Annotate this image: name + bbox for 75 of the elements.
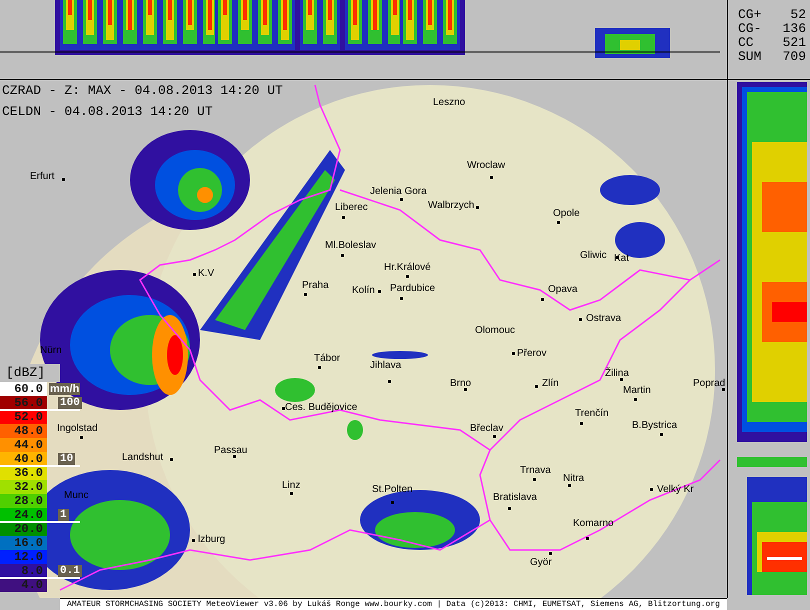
city-label: Jihlava xyxy=(370,360,402,371)
city-label: Brno xyxy=(450,378,472,389)
city-label: Walbrzych xyxy=(428,200,474,211)
city-label: Nitra xyxy=(563,473,584,484)
rain-cell xyxy=(372,351,428,359)
rate-mark: 1 xyxy=(58,509,69,521)
city-label: Bratislava xyxy=(493,492,537,503)
stat-value: 709 xyxy=(782,50,806,64)
city-label: Trenčín xyxy=(575,408,609,419)
city-label: Hr.Králové xyxy=(384,262,431,273)
city-label: Passau xyxy=(214,445,248,456)
city-label: Poprad xyxy=(693,378,726,389)
city-label: Ces. Budějovice xyxy=(285,402,358,413)
city-label: Martin xyxy=(623,385,651,396)
city-label: Ml.Boleslav xyxy=(325,240,376,251)
header-text: CELDN - 04.08.2013 14:20 UT xyxy=(2,103,214,121)
city-label: Žilina xyxy=(605,368,629,379)
header-text: CZRAD - Z: MAX - 04.08.2013 14:20 UT xyxy=(2,82,283,100)
city-label: B.Bystrica xyxy=(632,420,678,431)
legend-swatch: 44.0 xyxy=(0,438,47,452)
legend-swatch: 56.0 xyxy=(0,396,47,410)
legend-swatch: 48.0 xyxy=(0,424,47,438)
city-label: Trnava xyxy=(520,465,551,476)
city-label: St.Polten xyxy=(372,484,413,495)
rain-cell xyxy=(347,420,363,440)
city-label: Linz xyxy=(282,480,300,491)
legend-swatch: 28.0 xyxy=(0,494,47,508)
city-label: Kolín xyxy=(352,285,375,296)
city-label: Tábor xyxy=(314,353,340,364)
rate-mark: 10 xyxy=(58,453,76,465)
city-label: Olomouc xyxy=(475,325,516,336)
city-label: Praha xyxy=(302,280,329,291)
legend-swatch: 12.0 xyxy=(0,550,47,564)
stat-value: 521 xyxy=(782,36,806,50)
city-label: Přerov xyxy=(517,348,546,359)
stat-value: 52 xyxy=(790,8,806,22)
rain-cell xyxy=(600,175,660,205)
stat-value: 136 xyxy=(782,22,806,36)
city-label: Jelenia Gora xyxy=(370,186,427,197)
city-label: Břeclav xyxy=(470,423,504,434)
city-label: Munc xyxy=(64,490,88,501)
city-label: Erfurt xyxy=(30,171,54,182)
city-label: Opole xyxy=(553,208,580,219)
city-label: Opava xyxy=(548,284,578,295)
stat-label: CG+ xyxy=(738,8,762,22)
legend-swatch: 24.0 xyxy=(0,508,47,522)
rate-mark: 100 xyxy=(58,397,82,409)
legend-swatch: 40.0 xyxy=(0,452,47,466)
city-label: Zlín xyxy=(542,378,559,389)
city-label: Györ xyxy=(530,557,552,568)
city-label: Gliwic xyxy=(580,250,607,261)
city-label: Landshut xyxy=(122,452,164,463)
footer-text: AMATEUR STORMCHASING SOCIETY MeteoViewer v3.06 by Lukáš Ronge www.bourky.com | Data (c)2013: CHMI, EUMETSAT, Siemens AG, Blitzortung.org xyxy=(67,600,720,610)
legend-swatch: 4.0 xyxy=(0,578,47,592)
rain-cell xyxy=(275,378,315,402)
legend-swatch: 60.0 xyxy=(0,382,47,396)
legend-swatch: 52.0 xyxy=(0,410,47,424)
legend-swatch: 20.0 xyxy=(0,522,47,536)
city-label: Pardubice xyxy=(390,283,436,294)
stat-label: CC xyxy=(738,36,754,50)
legend-swatch: 32.0 xyxy=(0,480,47,494)
legend-swatch: 36.0 xyxy=(0,466,47,480)
stat-label: SUM xyxy=(738,50,762,64)
rate-mark: 0.1 xyxy=(58,565,82,577)
city-label: Ingolstad xyxy=(57,423,98,434)
city-label: K.V xyxy=(198,268,214,279)
stat-label: CG- xyxy=(738,22,762,36)
city-label: Ostrava xyxy=(586,313,622,324)
rate-unit: mm/h xyxy=(49,383,80,395)
city-label: lzburg xyxy=(198,534,226,545)
legend-swatch: 8.0 xyxy=(0,564,47,578)
legend-swatch: 16.0 xyxy=(0,536,47,550)
city-label: Wroclaw xyxy=(467,160,506,171)
city-label: Leszno xyxy=(433,97,466,108)
city-label: Liberec xyxy=(335,202,368,213)
